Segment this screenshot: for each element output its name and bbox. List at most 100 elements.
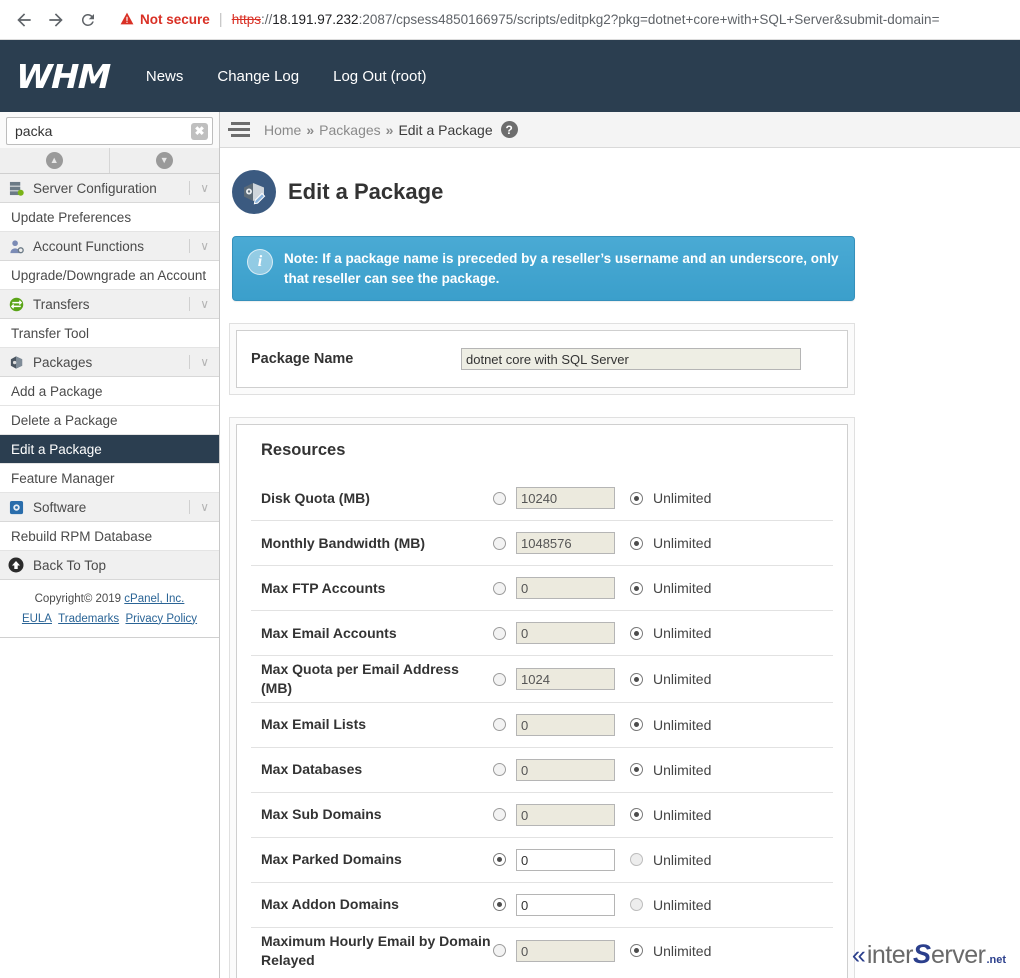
sidebar-group-transfers[interactable]: Transfers ∨: [0, 290, 219, 319]
resource-value-radio[interactable]: [493, 627, 506, 640]
watermark-s: S: [913, 939, 931, 970]
resource-value-input[interactable]: 1048576: [516, 532, 615, 554]
resource-value-input[interactable]: 0: [516, 577, 615, 599]
address-divider: |: [219, 11, 223, 28]
chevron-down-circle-icon[interactable]: ▼: [110, 148, 220, 173]
sidebar-item-add-a-package[interactable]: Add a Package: [0, 377, 219, 406]
resource-value-input[interactable]: 1024: [516, 668, 615, 690]
sidebar-item-edit-a-package[interactable]: Edit a Package: [0, 435, 219, 464]
resource-value-input[interactable]: 0: [516, 622, 615, 644]
resource-unlimited-group: Unlimited: [630, 852, 711, 868]
resource-value-input[interactable]: 0: [516, 714, 615, 736]
sidebar-item-feature-manager[interactable]: Feature Manager: [0, 464, 219, 493]
search-input[interactable]: packa ✖: [6, 117, 213, 145]
main-content: Home » Packages » Edit a Package ?: [220, 112, 1020, 978]
resource-value-input[interactable]: 0: [516, 759, 615, 781]
resource-unlimited-radio[interactable]: [630, 718, 643, 731]
resource-value-input[interactable]: 0: [516, 849, 615, 871]
resource-unlimited-radio[interactable]: [630, 898, 643, 911]
resource-unlimited-radio[interactable]: [630, 808, 643, 821]
reload-icon[interactable]: [74, 6, 102, 34]
interserver-watermark: « inter S erver .net: [852, 939, 1006, 970]
resource-value-radio[interactable]: [493, 537, 506, 550]
sidebar-item-transfer-tool[interactable]: Transfer Tool: [0, 319, 219, 348]
resource-unlimited-label: Unlimited: [653, 897, 711, 913]
chevron-down-icon[interactable]: ∨: [189, 181, 219, 195]
chevron-down-icon[interactable]: ∨: [189, 355, 219, 369]
sidebar-item-update-preferences[interactable]: Update Preferences: [0, 203, 219, 232]
server-config-icon: [7, 179, 25, 197]
sidebar-scroll-toggles: ▲ ▼: [0, 148, 219, 174]
cpanel-inc-link[interactable]: cPanel, Inc.: [124, 593, 184, 605]
chevron-down-icon[interactable]: ∨: [189, 500, 219, 514]
resource-value-radio[interactable]: [493, 763, 506, 776]
resource-label: Max Quota per Email Address (MB): [251, 660, 493, 698]
sidebar-group-server-configuration[interactable]: Server Configuration ∨: [0, 174, 219, 203]
hamburger-menu-icon[interactable]: [228, 122, 250, 137]
sidebar-group-software[interactable]: Software ∨: [0, 493, 219, 522]
resource-value-input[interactable]: 0: [516, 940, 615, 962]
breadcrumb-item-home[interactable]: Home: [264, 122, 301, 138]
header-link-change-log[interactable]: Change Log: [217, 68, 299, 85]
resource-value-radio[interactable]: [493, 673, 506, 686]
resource-unlimited-group: Unlimited: [630, 625, 711, 641]
resource-controls: 0Unlimited: [493, 577, 833, 599]
resource-unlimited-radio[interactable]: [630, 853, 643, 866]
breadcrumb-item-packages[interactable]: Packages: [319, 122, 380, 138]
sidebar-item-upgrade-downgrade-account[interactable]: Upgrade/Downgrade an Account: [0, 261, 219, 290]
resource-unlimited-label: Unlimited: [653, 671, 711, 687]
resource-value-radio[interactable]: [493, 492, 506, 505]
url-text[interactable]: https://18.191.97.232:2087/cpsess4850166…: [232, 12, 940, 27]
resource-label: Max Parked Domains: [251, 850, 493, 869]
resource-unlimited-group: Unlimited: [630, 671, 711, 687]
resource-value-radio[interactable]: [493, 853, 506, 866]
chevron-down-icon[interactable]: ∨: [189, 297, 219, 311]
sidebar-group-label: Software: [33, 500, 189, 515]
back-to-top-icon: [7, 556, 25, 574]
resource-unlimited-radio[interactable]: [630, 763, 643, 776]
resource-label: Monthly Bandwidth (MB): [251, 534, 493, 553]
sidebar-item-back-to-top[interactable]: Back To Top: [0, 551, 219, 580]
resource-value-radio[interactable]: [493, 582, 506, 595]
address-bar[interactable]: Not secure | https://18.191.97.232:2087/…: [120, 11, 1010, 28]
resource-value-radio[interactable]: [493, 944, 506, 957]
sidebar-item-delete-a-package[interactable]: Delete a Package: [0, 406, 219, 435]
clear-x-icon[interactable]: ✖: [191, 123, 208, 140]
package-name-input[interactable]: dotnet core with SQL Server: [461, 348, 801, 370]
resource-unlimited-group: Unlimited: [630, 717, 711, 733]
chevron-down-icon[interactable]: ∨: [189, 239, 219, 253]
resource-unlimited-radio[interactable]: [630, 492, 643, 505]
back-arrow-icon[interactable]: [10, 6, 38, 34]
software-icon: [7, 498, 25, 516]
resource-value-radio[interactable]: [493, 718, 506, 731]
breadcrumb-separator: »: [386, 122, 394, 138]
resource-unlimited-radio[interactable]: [630, 627, 643, 640]
whm-logo[interactable]: WHM: [15, 57, 110, 96]
package-name-panel: Package Name dotnet core with SQL Server: [229, 323, 855, 395]
resource-value-radio[interactable]: [493, 898, 506, 911]
forward-arrow-icon[interactable]: [42, 6, 70, 34]
chevron-up-circle-icon[interactable]: ▲: [0, 148, 110, 173]
sidebar-group-label: Transfers: [33, 297, 189, 312]
resource-unlimited-radio[interactable]: [630, 944, 643, 957]
resource-value-radio[interactable]: [493, 808, 506, 821]
resource-unlimited-radio[interactable]: [630, 582, 643, 595]
resource-label: Max Sub Domains: [251, 805, 493, 824]
resource-unlimited-group: Unlimited: [630, 762, 711, 778]
breadcrumb: Home » Packages » Edit a Package ?: [220, 112, 1020, 148]
trademarks-link[interactable]: Trademarks: [58, 613, 119, 625]
sidebar-group-packages[interactable]: Packages ∨: [0, 348, 219, 377]
help-question-icon[interactable]: ?: [501, 121, 518, 138]
header-link-news[interactable]: News: [146, 68, 184, 85]
resource-value-input[interactable]: 0: [516, 804, 615, 826]
resource-value-input[interactable]: 10240: [516, 487, 615, 509]
privacy-policy-link[interactable]: Privacy Policy: [125, 613, 197, 625]
resource-value-input[interactable]: 0: [516, 894, 615, 916]
eula-link[interactable]: EULA: [22, 613, 52, 625]
header-link-logout[interactable]: Log Out (root): [333, 68, 426, 85]
sidebar-group-account-functions[interactable]: Account Functions ∨: [0, 232, 219, 261]
resource-unlimited-radio[interactable]: [630, 537, 643, 550]
sidebar-item-rebuild-rpm-database[interactable]: Rebuild RPM Database: [0, 522, 219, 551]
resource-unlimited-radio[interactable]: [630, 673, 643, 686]
resource-controls: 1048576Unlimited: [493, 532, 833, 554]
